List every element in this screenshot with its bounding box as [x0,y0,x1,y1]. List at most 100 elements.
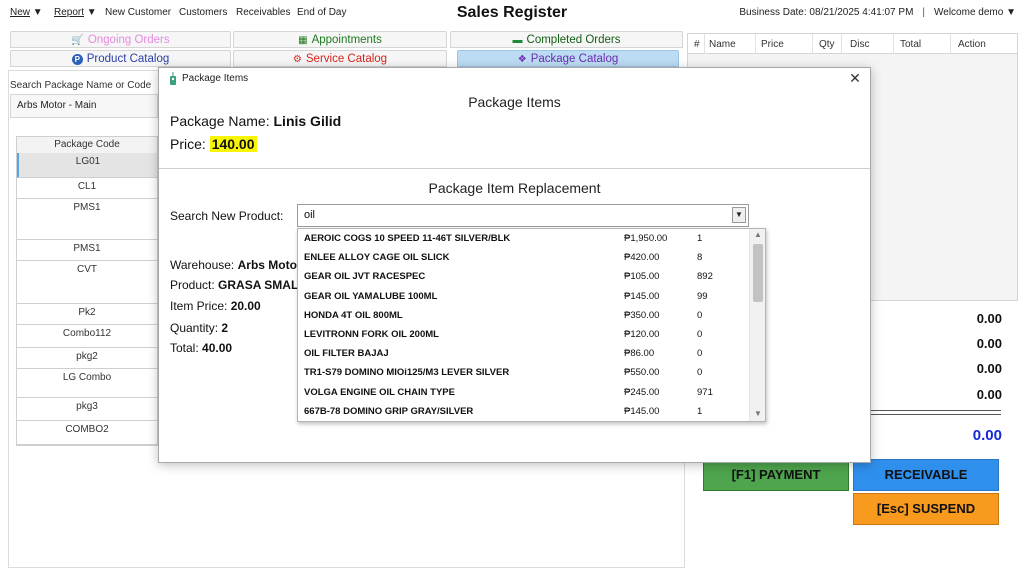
dropdown-scrollbar[interactable]: ▲ ▼ [749,229,765,421]
result-price: ₱145.00 [624,405,660,417]
tab-package-catalog[interactable]: ❖ Package Catalog [457,50,679,67]
table-row[interactable]: PMS1 [17,240,157,261]
result-name: GEAR OIL YAMALUBE 100ML [304,290,438,302]
chevron-down-icon: ▼ [1006,7,1016,18]
package-name-label: Package Name: [170,113,270,129]
tab-appointments-label: Appointments [311,34,382,46]
result-qty: 99 [697,290,708,302]
result-price: ₱1,950.00 [624,233,668,244]
item-price-row: Item Price: 20.00 [170,299,261,313]
package-search-label: Search Package Name or Code [10,80,152,91]
cart-col-qty: Qty [819,39,835,50]
chevron-down-icon[interactable]: ▼ [750,409,765,418]
table-row[interactable]: COMBO2 [17,421,157,445]
quantity-label: Quantity: [170,321,219,335]
table-row[interactable]: CVT [17,261,157,304]
cart-col-price: Price [761,39,784,50]
scrollbar-thumb[interactable] [753,244,763,302]
tab-ongoing-orders-label: Ongoing Orders [87,34,170,46]
tab-package-catalog-label: Package Catalog [530,53,619,65]
table-row[interactable]: LG Combo [17,369,157,398]
result-name: TR1-S79 DOMINO MIOi125/M3 LEVER SILVER [304,367,510,379]
search-new-product-input[interactable]: oil [297,204,749,227]
list-item[interactable]: 667B-78 DOMINO GRIP GRAY/SILVER ₱145.00 … [298,402,750,421]
chevron-up-icon[interactable]: ▲ [750,230,765,239]
list-item[interactable]: HONDA 4T OIL 800ML ₱350.00 0 [298,306,750,325]
package-name-value: Linis Gilid [273,113,342,129]
cart-col-action: Action [958,39,986,50]
replacement-heading: Package Item Replacement [428,180,601,196]
warehouse-select[interactable]: Arbs Motor - Main [10,94,158,118]
result-qty: 8 [697,252,703,264]
table-row[interactable]: LG01 [17,153,157,178]
table-row[interactable]: pkg2 [17,348,157,369]
result-name: HONDA 4T OIL 800ML [304,309,403,321]
list-item[interactable]: TR1-S79 DOMINO MIOi125/M3 LEVER SILVER ₱… [298,363,750,382]
calendar-icon: ▦ [298,35,308,46]
result-name: 667B-78 DOMINO GRIP GRAY/SILVER [304,405,474,417]
result-qty: 0 [697,367,703,379]
list-item[interactable]: AEROIC COGS 10 SPEED 11-46T SILVER/BLK ₱… [298,229,750,248]
payment-button[interactable]: [F1] PAYMENT [703,459,849,491]
package-code-header: Package Code [17,137,157,153]
product-row: Product: GRASA SMAL [170,278,298,292]
product-icon: P [71,54,83,65]
total-value: 40.00 [202,341,233,355]
tab-service-catalog-label: Service Catalog [305,53,388,65]
warehouse-label: Warehouse: [170,258,235,272]
product-label: Product: [170,278,215,292]
result-qty: 0 [697,329,703,340]
table-row[interactable]: pkg3 [17,398,157,421]
cart-col-disc: Disc [850,39,870,50]
package-table: Package Code LG01 CL1 PMS1 PMS1 CVT Pk2 … [16,136,158,446]
close-icon[interactable]: ✕ [848,70,862,87]
result-price: ₱550.00 [624,367,660,379]
result-name: ENLEE ALLOY CAGE OIL SLICK [304,252,450,264]
item-price-label: Item Price: [170,299,228,313]
result-qty: 892 [697,271,713,283]
result-qty: 0 [697,348,703,360]
result-price: ₱350.00 [624,309,660,321]
list-item[interactable]: GEAR OIL YAMALUBE 100ML ₱145.00 99 [298,287,750,306]
result-price: ₱120.00 [624,329,660,340]
tag-icon [170,72,176,85]
suspend-button[interactable]: [Esc] SUSPEND [853,493,999,525]
product-value: GRASA SMAL [218,278,299,292]
list-item[interactable]: GEAR OIL JVT RACESPEC ₱105.00 892 [298,267,750,286]
cart-col-total: Total [900,39,922,50]
tab-completed-orders[interactable]: ▬ Completed Orders [450,31,683,48]
other-amount: 0.00 [976,387,1002,402]
result-qty: 1 [697,405,703,417]
subtotal-amount: 0.00 [976,311,1002,326]
result-price: ₱420.00 [624,252,660,264]
business-date: Business Date: 08/21/2025 4:41:07 PM [739,7,914,18]
table-row[interactable]: Pk2 [17,304,157,325]
table-row[interactable]: CL1 [17,178,157,199]
package-price-label: Price: [170,136,206,152]
table-row[interactable]: PMS1 [17,199,157,240]
tab-product-catalog[interactable]: P Product Catalog [10,50,231,67]
tab-appointments[interactable]: ▦ Appointments [233,31,447,48]
tab-service-catalog[interactable]: ⚙ Service Catalog [233,50,447,67]
list-item[interactable]: OIL FILTER BAJAJ ₱86.00 0 [298,344,750,363]
result-name: AEROIC COGS 10 SPEED 11-46T SILVER/BLK [304,233,511,244]
tax-amount: 0.00 [976,361,1002,376]
result-price: ₱145.00 [624,290,660,302]
warehouse-row: Warehouse: Arbs Moto [170,258,297,272]
result-name: OIL FILTER BAJAJ [304,348,389,360]
list-item[interactable]: VOLGA ENGINE OIL CHAIN TYPE ₱245.00 971 [298,383,750,402]
chevron-down-icon[interactable]: ▼ [732,207,746,223]
tab-completed-orders-label: Completed Orders [526,34,621,46]
dialog-titlebar: Package Items ✕ [159,68,870,90]
receivable-button[interactable]: RECEIVABLE [853,459,999,491]
warehouse-value: Arbs Moto [237,258,297,272]
list-item[interactable]: ENLEE ALLOY CAGE OIL SLICK ₱420.00 8 [298,248,750,267]
total-row: Total: 40.00 [170,341,232,355]
list-item[interactable]: LEVITRONN FORK OIL 200ML ₱120.00 0 [298,325,750,344]
result-price: ₱245.00 [624,386,660,398]
cart-header: # Name Price Qty Disc Total Action [688,34,1017,54]
table-row[interactable]: Combo112 [17,325,157,348]
tab-ongoing-orders[interactable]: 🛒 Ongoing Orders [10,31,231,48]
welcome-user-menu[interactable]: Welcome demo ▼ [934,7,1016,18]
grand-total-amount: 0.00 [972,427,1002,444]
